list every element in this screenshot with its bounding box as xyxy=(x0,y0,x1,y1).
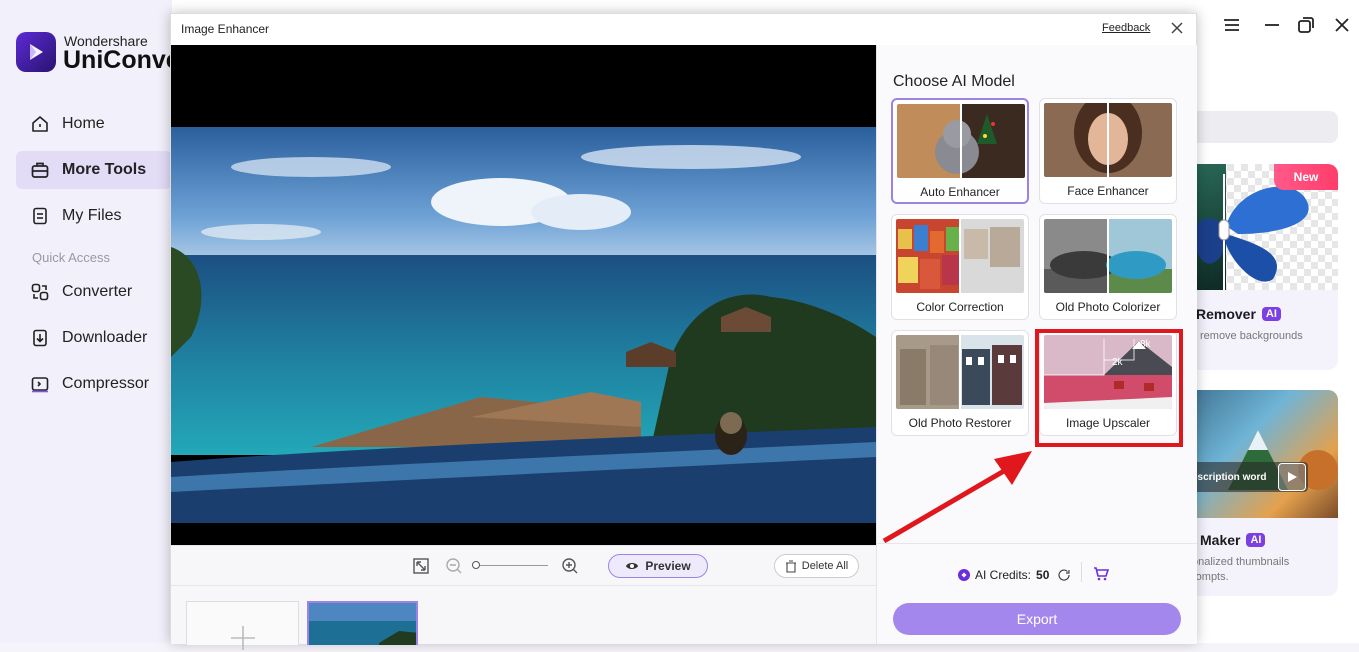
converter-icon xyxy=(31,283,49,301)
card-title: Maker xyxy=(1200,532,1241,548)
preview-photo xyxy=(171,127,876,523)
ai-badge: AI xyxy=(1261,307,1281,321)
add-image-button[interactable] xyxy=(186,601,299,650)
feedback-link[interactable]: Feedback xyxy=(1102,22,1150,34)
fit-screen-icon[interactable] xyxy=(412,557,430,580)
color-correction-image xyxy=(896,219,1024,293)
ai-credits: AI Credits: 50 xyxy=(958,568,1071,582)
image-preview-area xyxy=(171,45,876,545)
trash-icon xyxy=(785,559,796,573)
delete-all-label: Delete All xyxy=(801,560,849,572)
export-button[interactable]: Export xyxy=(893,603,1181,635)
menu-icon[interactable] xyxy=(1221,14,1243,36)
thumbnail-maker-card[interactable]: escription word Maker AI onalized thumbn… xyxy=(1178,390,1338,596)
sidebar-item-label: Home xyxy=(62,115,105,132)
sidebar-item-label: Compressor xyxy=(62,375,150,392)
credits-coin-icon xyxy=(958,569,970,581)
thumbnail-image xyxy=(1228,430,1338,490)
play-arrow-icon xyxy=(1278,463,1306,491)
model-color-correction[interactable]: Color Correction xyxy=(891,214,1029,320)
card-desc: onalized thumbnails xyxy=(1192,556,1290,568)
tool-search-bar[interactable] xyxy=(1190,111,1338,143)
model-label: Old Photo Colorizer xyxy=(1055,300,1161,314)
file-icon xyxy=(33,207,47,225)
preview-label: Preview xyxy=(645,559,691,573)
app-logo xyxy=(16,32,56,72)
card-title: Remover xyxy=(1196,306,1256,322)
quick-access-label: Quick Access xyxy=(32,250,111,265)
image-enhancer-dialog: Image Enhancer Feedback Preview Delete A… xyxy=(170,13,1197,650)
new-badge: New xyxy=(1274,164,1338,190)
sidebar-item-label: More Tools xyxy=(62,161,147,178)
sidebar-item-home[interactable]: Home xyxy=(16,105,172,143)
model-auto-enhancer[interactable]: Auto Enhancer xyxy=(891,98,1029,204)
delete-all-button[interactable]: Delete All xyxy=(774,554,859,578)
sidebar-item-my-files[interactable]: My Files xyxy=(16,197,172,235)
close-icon[interactable] xyxy=(1169,20,1185,36)
credits-label: AI Credits: xyxy=(975,568,1032,582)
model-label: Old Photo Restorer xyxy=(908,416,1012,430)
image-thumbnail[interactable] xyxy=(307,601,418,645)
old-photo-restorer-image xyxy=(896,335,1024,409)
cart-icon[interactable] xyxy=(1093,567,1110,586)
minimize-icon[interactable] xyxy=(1261,14,1283,36)
red-arrow-annotation xyxy=(882,451,1032,544)
model-label: Face Enhancer xyxy=(1067,184,1149,198)
sidebar-item-label: My Files xyxy=(62,207,122,224)
brand-name: UniConverter xyxy=(63,46,172,74)
credits-separator xyxy=(1081,562,1082,582)
home-icon xyxy=(32,116,48,132)
credits-value: 50 xyxy=(1036,568,1050,582)
model-face-enhancer[interactable]: Face Enhancer xyxy=(1039,98,1177,204)
sidebar-item-converter[interactable]: Converter xyxy=(16,273,172,311)
close-window-icon[interactable] xyxy=(1331,14,1353,36)
eye-icon xyxy=(626,563,639,569)
old-photo-colorizer-image xyxy=(1044,219,1172,293)
plus-icon xyxy=(231,626,255,650)
zoom-slider[interactable] xyxy=(472,565,548,566)
sidebar-item-label: Downloader xyxy=(62,329,148,346)
card-desc: remove backgrounds xyxy=(1200,330,1303,342)
downloader-icon xyxy=(33,329,47,347)
preview-toolbar: Preview Delete All xyxy=(171,545,876,585)
model-old-photo-restorer[interactable]: Old Photo Restorer xyxy=(891,330,1029,436)
face-enhancer-image xyxy=(1044,103,1172,177)
ai-badge: AI xyxy=(1246,533,1266,547)
sidebar-item-label: Converter xyxy=(62,283,133,300)
sidebar: Wondershare UniConverter Home More Tools… xyxy=(0,0,172,643)
toolbox-icon xyxy=(31,162,49,178)
sidebar-item-compressor[interactable]: Compressor xyxy=(16,365,172,403)
preview-button[interactable]: Preview xyxy=(608,554,708,578)
highlight-box xyxy=(1035,329,1183,447)
refresh-icon[interactable] xyxy=(1057,568,1071,582)
model-label: Auto Enhancer xyxy=(920,185,1000,199)
zoom-in-icon[interactable] xyxy=(561,557,579,580)
choose-ai-model-heading: Choose AI Model xyxy=(893,73,1015,90)
compressor-icon xyxy=(31,377,49,393)
thumbnail-strip xyxy=(171,585,876,650)
model-old-photo-colorizer[interactable]: Old Photo Colorizer xyxy=(1039,214,1177,320)
restore-icon[interactable] xyxy=(1295,14,1317,36)
sidebar-item-downloader[interactable]: Downloader xyxy=(16,319,172,357)
sidebar-item-more-tools[interactable]: More Tools xyxy=(16,151,172,189)
bg-remover-card[interactable]: New Remover AI remove backgrounds xyxy=(1178,164,1338,370)
dialog-title: Image Enhancer xyxy=(181,22,270,36)
panel-divider xyxy=(876,543,1197,544)
zoom-slider-handle[interactable] xyxy=(472,561,480,569)
card-desc: rompts. xyxy=(1192,571,1229,583)
auto-enhancer-image xyxy=(897,104,1025,178)
model-label: Color Correction xyxy=(916,300,1004,314)
zoom-out-icon[interactable] xyxy=(445,557,463,580)
